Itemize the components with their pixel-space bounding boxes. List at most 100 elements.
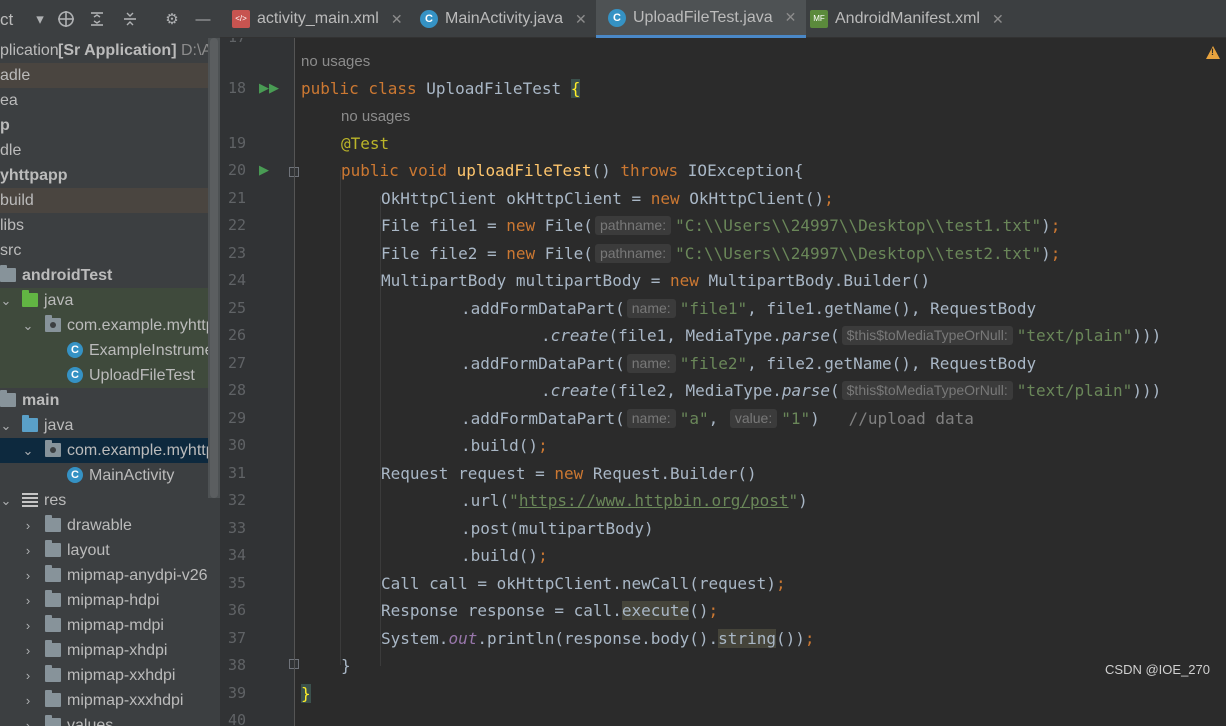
hide-panel-icon[interactable]: —: [193, 9, 213, 29]
line-number: 32: [227, 491, 246, 509]
tree-item-app[interactable]: p: [0, 113, 220, 138]
tab-androidmanifest-xml[interactable]: MF AndroidManifest.xml ✕: [810, 0, 1004, 38]
tree-item-gradle-dir[interactable]: dle: [0, 138, 220, 163]
tree-item-label: mipmap-anydpi-v26: [67, 567, 208, 584]
project-view-title[interactable]: ct: [0, 10, 13, 30]
code-editor[interactable]: 17 18 19 20 21 22 23 24 25 26 27 28 29 3…: [220, 38, 1226, 726]
close-icon[interactable]: ✕: [575, 11, 587, 28]
code-token: ;: [1050, 244, 1061, 263]
editor-tab-bar: </> activity_main.xml ✕ C MainActivity.j…: [220, 0, 1226, 38]
expand-all-icon[interactable]: [87, 9, 107, 29]
project-scrollbar[interactable]: [208, 38, 220, 498]
chevron-right-icon[interactable]: ›: [22, 638, 34, 663]
code-token: {: [570, 79, 581, 98]
close-icon[interactable]: ✕: [992, 11, 1004, 28]
gear-icon[interactable]: ⚙: [162, 9, 182, 29]
locate-icon[interactable]: [56, 9, 76, 29]
folder-icon: [45, 515, 61, 532]
close-icon[interactable]: ✕: [785, 9, 797, 26]
parameter-hint: pathname:: [594, 244, 672, 263]
tree-item-src[interactable]: src: [0, 238, 220, 263]
code-token: .println(response.body().: [477, 629, 719, 648]
tree-item-example-instrumented[interactable]: C ExampleInstrumen: [0, 338, 220, 363]
chevron-right-icon[interactable]: ›: [22, 563, 34, 588]
chevron-down-icon[interactable]: ⌄: [0, 288, 12, 313]
line-number: 19: [227, 134, 246, 152]
code-token: MultipartBody multipartBody =: [381, 271, 670, 290]
tree-item-mipmap-anydpi[interactable]: › mipmap-anydpi-v26: [0, 563, 220, 588]
tree-item-package-main[interactable]: ⌄ com.example.myhttp: [0, 438, 220, 463]
chevron-right-icon[interactable]: ›: [22, 538, 34, 563]
code-token: .addFormDataPart(: [461, 354, 625, 373]
chevron-right-icon[interactable]: ›: [22, 688, 34, 713]
tree-item-res[interactable]: ⌄ res: [0, 488, 220, 513]
code-token: ;: [804, 629, 815, 648]
tree-item-libs[interactable]: libs: [0, 213, 220, 238]
tab-uploadfiletest-java[interactable]: C UploadFileTest.java ✕: [596, 0, 807, 38]
code-token: "text/plain": [1016, 381, 1133, 400]
run-all-tests-icon[interactable]: ▶▶: [259, 80, 279, 96]
tab-mainactivity-java[interactable]: C MainActivity.java ✕: [420, 0, 587, 38]
tree-item-package-test[interactable]: ⌄ com.example.myhttp: [0, 313, 220, 338]
code-token: ;: [824, 189, 834, 208]
tree-item-label: p: [0, 117, 10, 134]
code-token: File file2 =: [381, 244, 507, 263]
chevron-down-icon[interactable]: ⌄: [22, 438, 34, 463]
chevron-right-icon[interactable]: ›: [22, 513, 34, 538]
close-icon[interactable]: ✕: [391, 11, 403, 28]
chevron-down-icon[interactable]: ⌄: [0, 413, 12, 438]
code-line: Call call = okHttpClient.newCall(request…: [381, 570, 786, 597]
chevron-right-icon[interactable]: ›: [22, 713, 34, 726]
chevron-down-icon[interactable]: ⌄: [22, 313, 34, 338]
tree-item-java-main[interactable]: ⌄ java: [0, 413, 220, 438]
tab-label: MainActivity.java: [445, 10, 563, 27]
chevron-right-icon[interactable]: ›: [22, 663, 34, 688]
chevron-right-icon[interactable]: ›: [22, 613, 34, 638]
code-token: ;: [538, 546, 548, 565]
tree-item-values[interactable]: › values: [0, 713, 220, 726]
code-token: .build(): [461, 436, 539, 455]
tree-item-layout[interactable]: › layout: [0, 538, 220, 563]
java-class-icon: C: [67, 467, 83, 483]
chevron-down-icon[interactable]: ⌄: [0, 488, 12, 513]
tree-item-uploadfiletest[interactable]: C UploadFileTest: [0, 363, 220, 388]
tree-item-java-test[interactable]: ⌄ java: [0, 288, 220, 313]
line-number-gutter[interactable]: 17 18 19 20 21 22 23 24 25 26 27 28 29 3…: [220, 38, 299, 726]
chevron-right-icon[interactable]: ›: [22, 588, 34, 613]
package-icon: [45, 440, 61, 457]
code-token: parse: [781, 381, 830, 400]
url-link[interactable]: https://www.httpbin.org/post: [519, 491, 789, 510]
tree-item-androidtest[interactable]: androidTest: [0, 263, 220, 288]
chevron-down-icon[interactable]: ▾: [30, 9, 50, 29]
folder-icon: [0, 265, 16, 282]
tree-item-mipmap-hdpi[interactable]: › mipmap-hdpi: [0, 588, 220, 613]
tree-item-mipmap-xhdpi[interactable]: › mipmap-xhdpi: [0, 638, 220, 663]
tree-item-drawable[interactable]: › drawable: [0, 513, 220, 538]
tab-activity-main-xml[interactable]: </> activity_main.xml ✕: [232, 0, 403, 38]
tab-label: AndroidManifest.xml: [835, 10, 980, 27]
line-number: 27: [227, 354, 246, 372]
code-token: public class: [301, 79, 427, 98]
tree-item-root[interactable]: plication [Sr Application] D:\Ar: [0, 38, 220, 63]
tree-item-label: java: [44, 417, 74, 434]
editor-right-edge: [1221, 38, 1226, 726]
collapse-all-icon[interactable]: [120, 9, 140, 29]
line-number: 31: [227, 464, 246, 482]
tree-item-label: ExampleInstrumen: [89, 342, 220, 359]
tree-item-main[interactable]: main: [0, 388, 220, 413]
tree-item-myhttpapp[interactable]: yhttpapp: [0, 163, 220, 188]
tree-item-mipmap-xxhdpi[interactable]: › mipmap-xxhdpi: [0, 663, 220, 688]
tree-item-mipmap-mdpi[interactable]: › mipmap-mdpi: [0, 613, 220, 638]
tree-item-gradle[interactable]: adle: [0, 63, 220, 88]
code-token: "C:\\Users\\24997\\Desktop\\test1.txt": [675, 216, 1042, 235]
tree-item-label: mipmap-xxxhdpi: [67, 692, 184, 709]
tree-item-build[interactable]: build: [0, 188, 220, 213]
folder-icon: [45, 665, 61, 682]
warning-icon[interactable]: [1206, 46, 1220, 59]
tree-item-mainactivity[interactable]: C MainActivity: [0, 463, 220, 488]
run-test-icon[interactable]: ▶: [259, 162, 269, 178]
tree-item-idea[interactable]: ea: [0, 88, 220, 113]
line-number: 26: [227, 326, 246, 344]
tree-item-mipmap-xxxhdpi[interactable]: › mipmap-xxxhdpi: [0, 688, 220, 713]
scrollbar-thumb[interactable]: [210, 38, 218, 498]
